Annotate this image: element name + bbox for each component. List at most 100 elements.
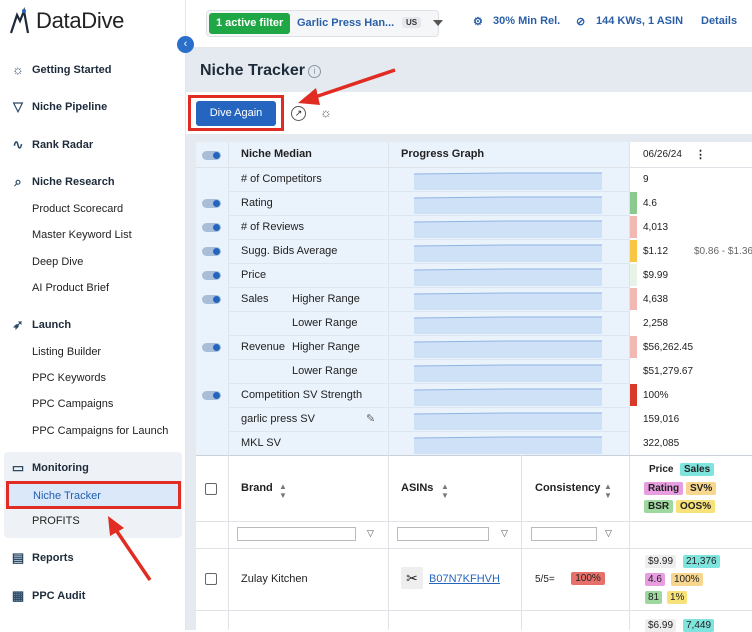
document-icon: ▤ — [11, 550, 25, 565]
sort-icon[interactable]: ▲ ▼ — [604, 482, 612, 500]
dive-again-button[interactable]: Dive Again — [196, 101, 276, 126]
metric-toggle[interactable] — [202, 199, 221, 208]
sidebar-item-label: Niche Tracker — [33, 490, 101, 502]
sidebar-item-ai-product-brief[interactable]: AI Product Brief — [32, 282, 109, 294]
metric-sublabel: Higher Range — [292, 341, 360, 353]
pencil-icon[interactable]: ✎ — [366, 412, 375, 425]
consistency-filter-input[interactable] — [531, 527, 597, 541]
master-toggle[interactable] — [202, 151, 221, 160]
gauge-icon[interactable]: ↗ — [291, 106, 306, 121]
sidebar-item-niche-research[interactable]: ⌕ Niche Research — [10, 174, 115, 190]
sidebar-item-product-scorecard[interactable]: Product Scorecard — [32, 203, 123, 215]
eye-off-icon[interactable]: ⊘ — [576, 15, 585, 28]
gear-icon[interactable]: ⚙ — [473, 15, 483, 28]
date-column-header[interactable]: 06/26/24 — [643, 149, 682, 160]
metric-value: $1.12 — [643, 246, 669, 257]
sidebar-item-listing-builder[interactable]: Listing Builder — [32, 346, 101, 358]
logo-text: DataDive — [36, 8, 125, 33]
min-relevancy-setting[interactable]: 30% Min Rel. — [493, 15, 560, 27]
brand-filter-input[interactable] — [237, 527, 356, 541]
metric-toggle[interactable] — [202, 223, 221, 232]
sidebar-item-ppc-keywords[interactable]: PPC Keywords — [32, 372, 106, 384]
brand-name: Zulay Kitchen — [241, 573, 308, 585]
asin-filter-input[interactable] — [397, 527, 489, 541]
heat-indicator — [630, 288, 637, 310]
collapse-sidebar-button[interactable]: ‹ — [177, 36, 194, 53]
divider — [228, 311, 629, 312]
sidebar-item-rank-radar[interactable]: ∿ Rank Radar — [10, 137, 94, 153]
price-cell: $9.99 — [645, 555, 677, 568]
sidebar-item-getting-started[interactable]: ☼ Getting Started — [10, 62, 111, 78]
divider — [228, 335, 629, 336]
divider — [521, 455, 522, 630]
sidebar-item-ppc-campaigns[interactable]: PPC Campaigns — [32, 398, 113, 410]
sidebar-item-profits[interactable]: PROFITS — [32, 515, 80, 527]
divider — [228, 263, 629, 264]
sidebar-item-reports[interactable]: ▤ Reports — [10, 550, 74, 566]
sidebar-item-ppc-audit[interactable]: ▦ PPC Audit — [10, 588, 86, 604]
niche-median-header: Niche Median — [241, 148, 312, 160]
metric-toggle[interactable] — [202, 343, 221, 352]
sidebar-item-niche-pipeline[interactable]: ▽ Niche Pipeline — [10, 99, 107, 115]
magnify-icon: ⌕ — [14, 174, 22, 189]
brand-header[interactable]: Brand — [241, 482, 273, 494]
metric-label: MKL SV — [241, 437, 281, 449]
logo[interactable]: DataDive — [8, 4, 124, 38]
keyword-count[interactable]: 144 KWs, 1 ASIN — [596, 15, 683, 27]
metric-value: 4,013 — [643, 222, 669, 233]
info-icon[interactable]: i — [308, 65, 321, 78]
metric-toggle[interactable] — [202, 247, 221, 256]
filter-icon[interactable]: ▽ — [605, 528, 612, 539]
metric-toggle[interactable] — [202, 295, 221, 304]
sidebar-item-monitoring[interactable]: ▭ Monitoring — [10, 460, 89, 476]
sidebar-item-ppc-campaigns-launch[interactable]: PPC Campaigns for Launch — [32, 425, 168, 437]
sort-icon[interactable]: ▲ ▼ — [441, 482, 449, 500]
filter-icon[interactable]: ▽ — [367, 528, 374, 539]
asin-link[interactable]: B07N7KFHVH — [429, 573, 500, 585]
details-link[interactable]: Details — [701, 15, 737, 27]
logo-icon — [9, 7, 30, 34]
select-all-checkbox[interactable] — [205, 483, 217, 495]
heat-indicator — [630, 264, 637, 286]
bulb-icon[interactable]: ☼ — [320, 105, 332, 120]
filter-name[interactable]: Garlic Press Han... — [297, 17, 394, 29]
metric-toggle[interactable] — [202, 391, 221, 400]
sidebar-item-deep-dive[interactable]: Deep Dive — [32, 256, 83, 268]
divider — [388, 142, 389, 455]
bsr-cell: 81 — [645, 591, 663, 604]
consistency-header[interactable]: Consistency — [535, 482, 600, 494]
metric-value: 100% — [643, 390, 669, 401]
legend-rating: Rating — [644, 482, 684, 495]
divider — [228, 383, 629, 384]
page-title: Niche Tracker — [200, 62, 305, 79]
asins-header[interactable]: ASINs — [401, 482, 433, 494]
sidebar-item-launch[interactable]: ➶ Launch — [10, 317, 72, 333]
product-thumbnail[interactable]: ✂ — [401, 567, 423, 589]
filter-selector[interactable]: 1 active filter Garlic Press Han... US — [206, 10, 443, 37]
pulse-icon: ∿ — [12, 137, 24, 152]
legend-sv: SV% — [686, 482, 717, 495]
progress-sparkline — [413, 170, 602, 190]
kebab-menu-icon[interactable]: ⋮ — [695, 148, 706, 161]
sidebar-item-label: Rank Radar — [32, 139, 94, 151]
metric-value: 159,016 — [643, 414, 680, 425]
sort-icon[interactable]: ▲ ▼ — [279, 482, 287, 500]
divider — [228, 239, 629, 240]
metric-toggle[interactable] — [202, 271, 221, 280]
active-filter-badge[interactable]: 1 active filter — [209, 13, 291, 34]
filter-icon[interactable]: ▽ — [501, 528, 508, 539]
consistency-percent: 100% — [571, 572, 605, 585]
sidebar-item-niche-tracker[interactable]: Niche Tracker — [6, 481, 181, 509]
metric-sublabel: Higher Range — [292, 293, 360, 305]
metric-sublabel: Lower Range — [292, 365, 358, 377]
sidebar: DataDive ☼ Getting Started ▽ Niche Pipel… — [0, 0, 186, 630]
metric-range: $0.86 - $1.36 — [694, 246, 752, 257]
row-checkbox[interactable] — [205, 573, 217, 585]
chevron-down-icon[interactable] — [433, 20, 443, 26]
metric-value: $56,262.45 — [643, 342, 694, 353]
divider — [228, 455, 229, 630]
sidebar-item-master-keyword-list[interactable]: Master Keyword List — [32, 229, 132, 241]
heat-indicator — [630, 240, 637, 262]
sidebar-item-label: Niche Research — [32, 176, 115, 188]
metric-label: Competition SV Strength — [241, 389, 363, 401]
